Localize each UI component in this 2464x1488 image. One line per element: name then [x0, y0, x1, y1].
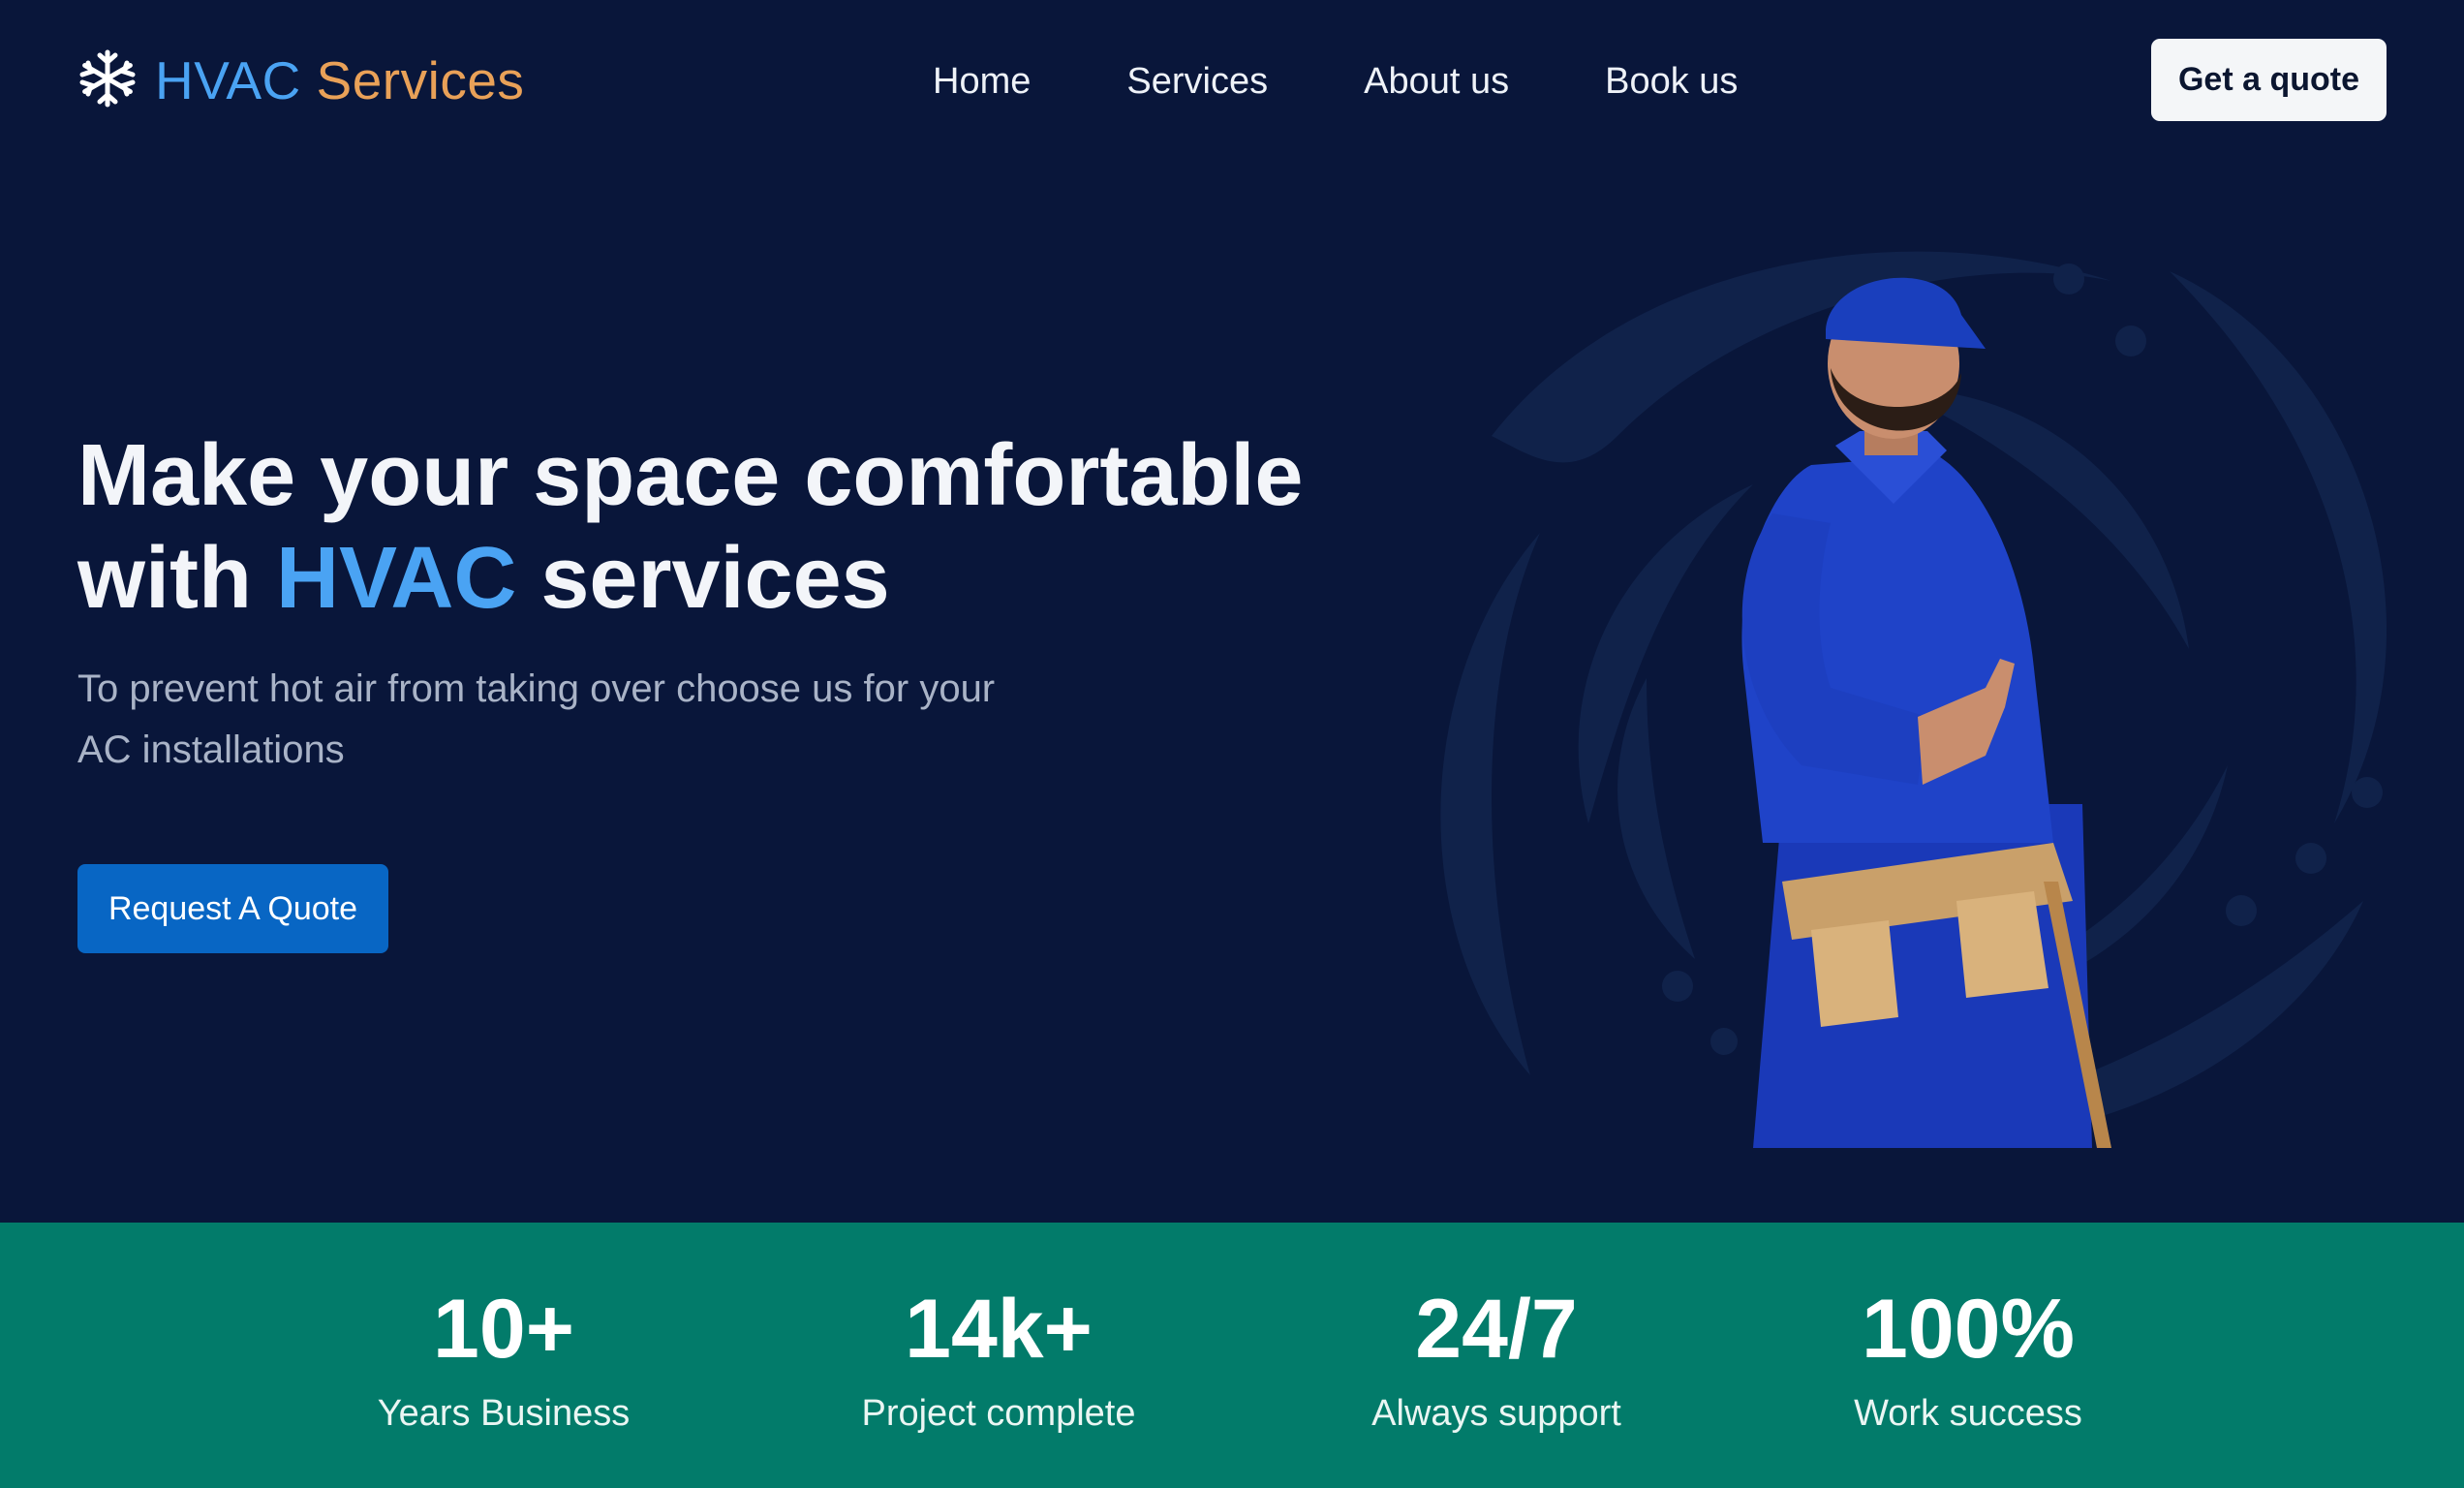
nav-link-about[interactable]: About us [1364, 61, 1509, 103]
brand-name-part1: HVAC [155, 50, 301, 110]
stat-value: 14k+ [905, 1283, 1093, 1376]
stat-value: 10+ [433, 1283, 574, 1376]
stat-label: Years Business [377, 1393, 631, 1434]
hero-title: Make your space comfortable with HVAC se… [77, 424, 1433, 630]
page: HVAC Services Home Services About us Boo… [0, 0, 2464, 1488]
stat-label: Project complete [861, 1393, 1136, 1434]
nav-link-services[interactable]: Services [1126, 61, 1268, 103]
main-nav: Home Services About us Book us [933, 52, 1738, 110]
snowflake-icon [77, 48, 138, 113]
stat-value: 100% [1862, 1283, 2075, 1376]
brand-name-part2: Services [316, 50, 525, 110]
request-quote-button[interactable]: Request A Quote [77, 864, 388, 953]
nav-link-book[interactable]: Book us [1605, 61, 1738, 103]
stat-years: 10+ Years Business [300, 1281, 707, 1438]
hero-title-with: with [77, 530, 252, 627]
get-quote-button[interactable]: Get a quote [2151, 39, 2387, 121]
stat-success: 100% Work success [1765, 1281, 2171, 1438]
hero-subtitle: To prevent hot air from taking over choo… [77, 667, 996, 771]
brand-name: HVAC Services [155, 49, 524, 111]
brand-logo[interactable]: HVAC Services [77, 46, 524, 114]
stat-label: Always support [1371, 1393, 1621, 1434]
stat-value: 24/7 [1415, 1283, 1578, 1376]
stats-band: 10+ Years Business 14k+ Project complete… [0, 1223, 2464, 1488]
nav-link-home[interactable]: Home [933, 61, 1031, 103]
hero-title-end: services [540, 530, 890, 627]
technician-illustration [1741, 277, 2111, 1148]
stat-label: Work success [1854, 1393, 2082, 1434]
stat-support: 24/7 Always support [1293, 1281, 1700, 1438]
stat-projects: 14k+ Project complete [795, 1281, 1202, 1438]
hero-title-line1: Make your space comfortable [77, 427, 1304, 524]
hero-title-accent: HVAC [275, 530, 517, 627]
